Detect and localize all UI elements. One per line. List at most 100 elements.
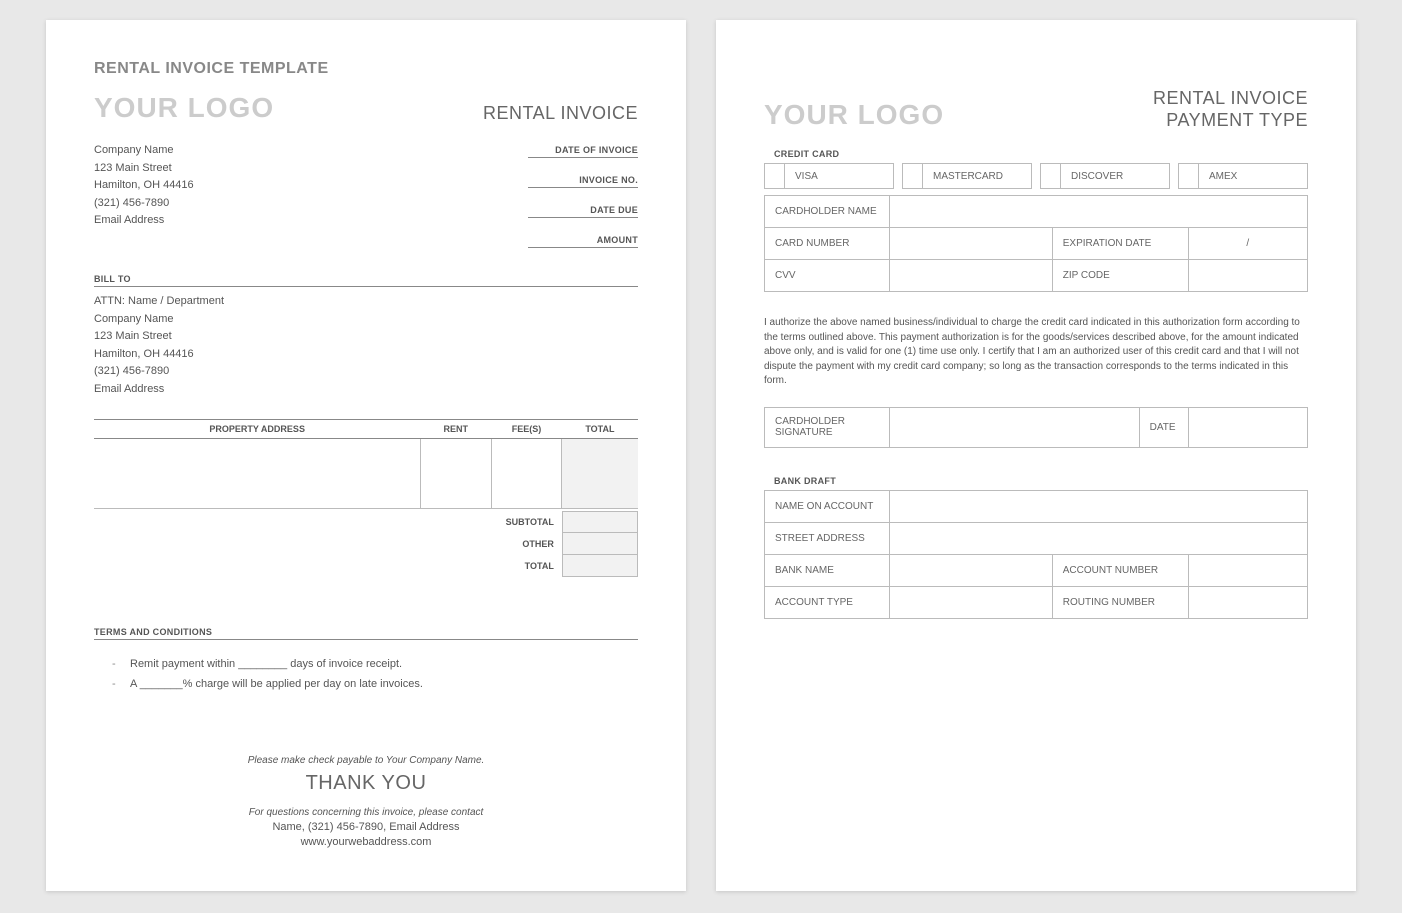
card-number-input[interactable] [889,228,1052,260]
subtotal-label: SUBTOTAL [492,511,562,533]
property-address-cell[interactable] [94,438,420,508]
row-total-cell [562,438,638,508]
signature-date-label: DATE [1139,407,1188,447]
signature-table: CARDHOLDER SIGNATURE DATE [764,407,1308,448]
template-title: RENTAL INVOICE TEMPLATE [94,60,638,78]
street-address-label: STREET ADDRESS [765,522,890,554]
term-item: A _______% charge will be applied per da… [112,674,638,695]
company-email: Email Address [94,212,194,230]
bill-to-company: Company Name [94,311,638,329]
account-name-input[interactable] [889,490,1307,522]
other-value[interactable] [562,533,638,555]
payable-text: Please make check payable to Your Compan… [94,755,638,766]
cardholder-name-input[interactable] [889,196,1307,228]
signature-label: CARDHOLDER SIGNATURE [765,407,890,447]
web-address: www.yourwebaddress.com [94,836,638,848]
date-of-invoice-field[interactable]: DATE OF INVOICE [528,142,638,158]
signature-field[interactable] [889,407,1139,447]
cardholder-name-label: CARDHOLDER NAME [765,196,890,228]
thank-you: THANK YOU [94,772,638,795]
terms-header: TERMS AND CONDITIONS [94,627,638,640]
col-property-address: PROPERTY ADDRESS [94,419,420,438]
company-city: Hamilton, OH 44416 [94,177,194,195]
routing-number-input[interactable] [1188,586,1307,618]
zip-label: ZIP CODE [1052,260,1188,292]
terms-section: TERMS AND CONDITIONS Remit payment withi… [94,627,638,696]
cc-type-visa[interactable]: VISA [764,163,894,189]
cc-type-amex[interactable]: AMEX [1178,163,1308,189]
bill-to-city: Hamilton, OH 44416 [94,346,638,364]
contact-line: Name, (321) 456-7890, Email Address [94,821,638,833]
cc-type-label: MASTERCARD [923,171,1013,182]
document-title: RENTAL INVOICE PAYMENT TYPE [1153,88,1308,131]
checkbox-icon[interactable] [903,164,923,188]
bill-to-email: Email Address [94,381,638,399]
bill-to-label: BILL TO [94,274,638,287]
footer: Please make check payable to Your Compan… [94,755,638,848]
credit-card-header: CREDIT CARD [774,149,1308,159]
doc-title-line1: RENTAL INVOICE [1153,88,1308,110]
invoice-page-1: RENTAL INVOICE TEMPLATE YOUR LOGO RENTAL… [46,20,686,891]
bank-name-input[interactable] [889,554,1052,586]
date-due-field[interactable]: DATE DUE [528,202,638,218]
credit-card-table: CARDHOLDER NAME CARD NUMBER EXPIRATION D… [764,195,1308,292]
total-value [562,555,638,577]
cc-type-discover[interactable]: DISCOVER [1040,163,1170,189]
cc-type-label: DISCOVER [1061,171,1133,182]
col-fees: FEE(S) [491,419,562,438]
total-label: TOTAL [492,555,562,577]
amount-field[interactable]: AMOUNT [528,232,638,248]
contact-intro: For questions concerning this invoice, p… [94,807,638,818]
cc-type-mastercard[interactable]: MASTERCARD [902,163,1032,189]
signature-date-field[interactable] [1188,407,1307,447]
col-rent: RENT [420,419,491,438]
rent-cell[interactable] [420,438,491,508]
bank-draft-table: NAME ON ACCOUNT STREET ADDRESS BANK NAME… [764,490,1308,619]
checkbox-icon[interactable] [1179,164,1199,188]
term-item: Remit payment within ________ days of in… [112,654,638,675]
card-number-label: CARD NUMBER [765,228,890,260]
totals-block: SUBTOTAL OTHER TOTAL [94,511,638,577]
company-block: Company Name 123 Main Street Hamilton, O… [94,142,194,262]
street-address-input[interactable] [889,522,1307,554]
invoice-page-2: YOUR LOGO RENTAL INVOICE PAYMENT TYPE CR… [716,20,1356,891]
company-street: 123 Main Street [94,160,194,178]
cvv-input[interactable] [889,260,1052,292]
invoice-no-field[interactable]: INVOICE NO. [528,172,638,188]
account-name-label: NAME ON ACCOUNT [765,490,890,522]
company-name: Company Name [94,142,194,160]
checkbox-icon[interactable] [765,164,785,188]
logo-placeholder: YOUR LOGO [764,99,944,131]
account-number-input[interactable] [1188,554,1307,586]
logo-placeholder: YOUR LOGO [94,92,274,124]
company-phone: (321) 456-7890 [94,195,194,213]
subtotal-value [562,511,638,533]
bill-to-attn: ATTN: Name / Department [94,293,638,311]
bank-name-label: BANK NAME [765,554,890,586]
bill-to-block: ATTN: Name / Department Company Name 123… [94,293,638,399]
expiration-label: EXPIRATION DATE [1052,228,1188,260]
bank-draft-header: BANK DRAFT [774,476,1308,486]
document-title: RENTAL INVOICE [483,103,638,124]
other-label: OTHER [492,533,562,555]
cc-type-row: VISA MASTERCARD DISCOVER AMEX [764,163,1308,189]
routing-number-label: ROUTING NUMBER [1052,586,1188,618]
zip-input[interactable] [1188,260,1307,292]
invoice-meta: DATE OF INVOICE INVOICE NO. DATE DUE AMO… [528,142,638,262]
bill-to-phone: (321) 456-7890 [94,363,638,381]
authorization-text: I authorize the above named business/ind… [764,316,1308,389]
cvv-label: CVV [765,260,890,292]
account-type-input[interactable] [889,586,1052,618]
cc-type-label: VISA [785,171,828,182]
account-type-label: ACCOUNT TYPE [765,586,890,618]
col-total: TOTAL [562,419,638,438]
bill-to-street: 123 Main Street [94,328,638,346]
checkbox-icon[interactable] [1041,164,1061,188]
table-row[interactable] [94,438,638,508]
cc-type-label: AMEX [1199,171,1247,182]
account-number-label: ACCOUNT NUMBER [1052,554,1188,586]
property-table: PROPERTY ADDRESS RENT FEE(S) TOTAL [94,419,638,509]
expiration-input[interactable]: / [1188,228,1307,260]
doc-title-line2: PAYMENT TYPE [1153,110,1308,132]
fees-cell[interactable] [491,438,562,508]
